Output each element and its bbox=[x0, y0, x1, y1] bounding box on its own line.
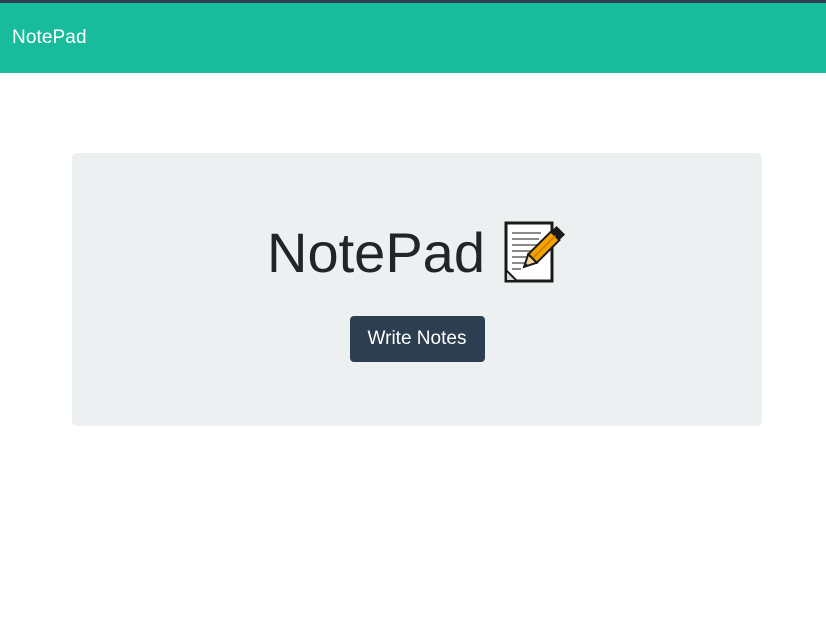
write-notes-button[interactable]: Write Notes bbox=[349, 316, 485, 362]
hero-title: NotePad bbox=[267, 221, 485, 284]
hero-panel: NotePad Write Notes bbox=[72, 153, 762, 426]
hero-heading-row: NotePad bbox=[267, 219, 567, 287]
navbar: NotePad bbox=[0, 3, 826, 73]
memo-icon bbox=[501, 220, 567, 286]
navbar-brand[interactable]: NotePad bbox=[12, 27, 87, 49]
